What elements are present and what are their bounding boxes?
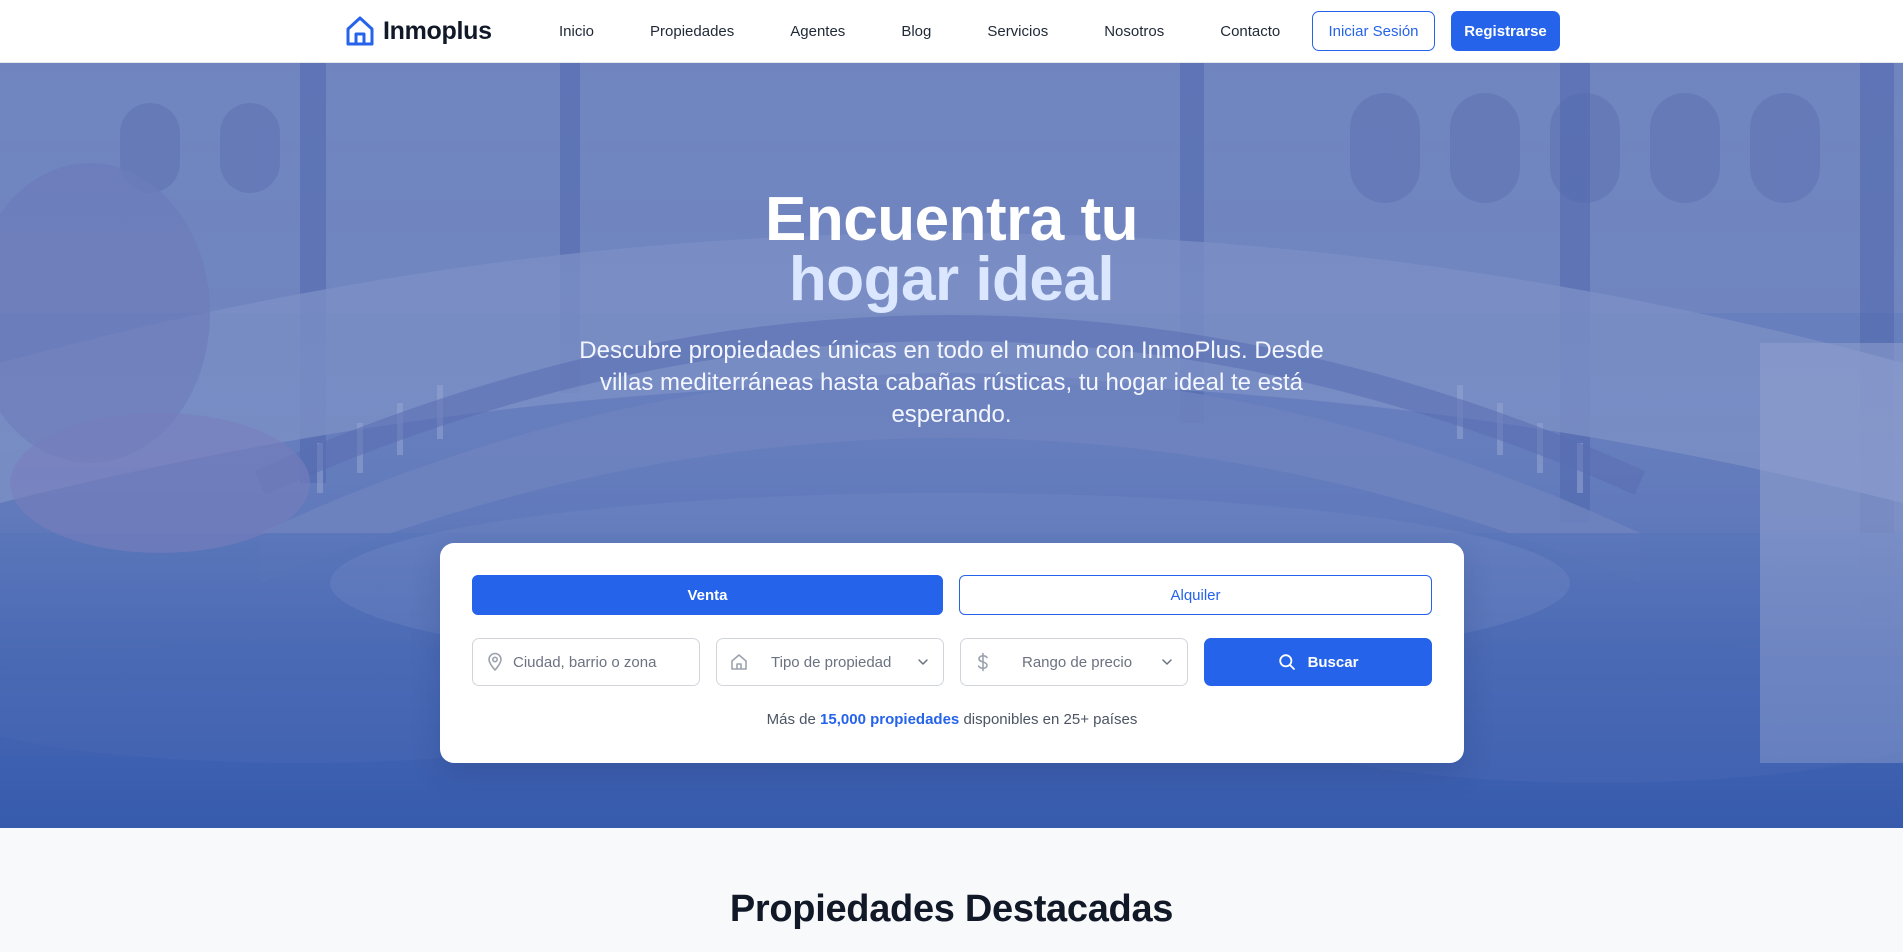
nav-link-inicio[interactable]: Inicio xyxy=(540,23,622,40)
hero-title-line2: hogar ideal xyxy=(788,245,1115,314)
main-nav: Inicio Propiedades Agentes Blog Servicio… xyxy=(540,0,1308,62)
home-icon xyxy=(731,654,747,670)
hero-section: Encuentra tu hogar ideal Descubre propie… xyxy=(0,63,1903,828)
property-type-select[interactable]: Tipo de propiedad xyxy=(716,638,944,686)
stats-suffix: disponibles en 25+ países xyxy=(963,711,1138,728)
login-button[interactable]: Iniciar Sesión xyxy=(1312,11,1435,51)
chevron-down-icon xyxy=(1162,659,1172,665)
availability-stats: Más de 15,000 propiedades disponibles en… xyxy=(440,711,1464,728)
location-field[interactable] xyxy=(472,638,700,686)
chevron-down-icon xyxy=(918,659,928,665)
search-button[interactable]: Buscar xyxy=(1204,638,1432,686)
nav-link-agentes[interactable]: Agentes xyxy=(762,23,873,40)
nav-link-blog[interactable]: Blog xyxy=(873,23,959,40)
home-icon xyxy=(346,16,374,46)
hero-title: Encuentra tu hogar ideal xyxy=(0,185,1903,314)
location-input[interactable] xyxy=(513,639,693,685)
search-icon xyxy=(1278,654,1295,670)
price-range-label: Rango de precio xyxy=(1022,653,1133,671)
stats-prefix: Más de xyxy=(766,711,816,728)
nav-link-contacto[interactable]: Contacto xyxy=(1192,23,1308,40)
brand-logo[interactable]: Inmoplus xyxy=(345,13,492,49)
tab-alquiler[interactable]: Alquiler xyxy=(959,575,1432,615)
map-pin-icon xyxy=(488,652,502,671)
hero-title-line1: Encuentra tu xyxy=(765,185,1138,254)
stats-highlight: 15,000 propiedades xyxy=(820,711,960,728)
navbar: Inmoplus Inicio Propiedades Agentes Blog… xyxy=(0,0,1903,63)
nav-link-servicios[interactable]: Servicios xyxy=(959,23,1076,40)
property-type-label: Tipo de propiedad xyxy=(771,653,892,671)
register-button[interactable]: Registrarse xyxy=(1451,11,1560,51)
search-card: Venta Alquiler Tipo de propiedad xyxy=(440,543,1464,763)
nav-link-nosotros[interactable]: Nosotros xyxy=(1076,23,1192,40)
brand-name: Inmoplus xyxy=(383,16,492,45)
nav-link-propiedades[interactable]: Propiedades xyxy=(622,23,762,40)
price-range-select[interactable]: Rango de precio xyxy=(960,638,1188,686)
tab-venta[interactable]: Venta xyxy=(472,575,943,615)
search-button-label: Buscar xyxy=(1307,653,1359,671)
hero-subtitle: Descubre propiedades únicas en todo el m… xyxy=(579,337,1324,428)
dollar-icon xyxy=(977,652,988,672)
featured-section-title: Propiedades Destacadas xyxy=(729,888,1174,930)
